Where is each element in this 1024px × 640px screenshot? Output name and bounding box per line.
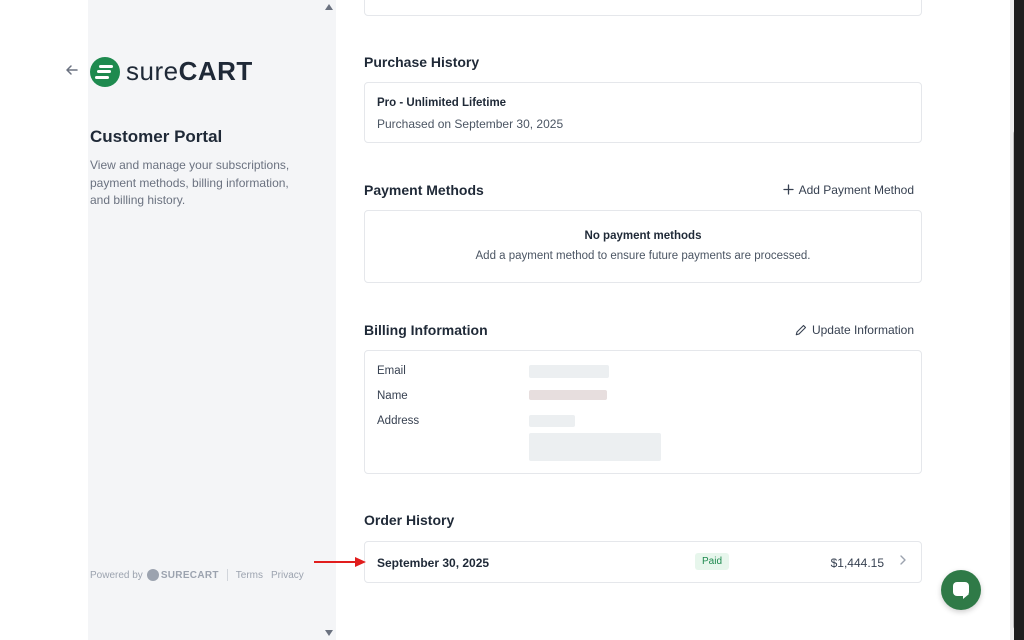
chat-bubble-tail [963,594,969,599]
payment-methods-title: Payment Methods [364,182,484,198]
redacted-name [529,390,607,400]
address-label: Address [377,415,420,427]
empty-state-subtitle: Add a payment method to ensure future pa… [475,250,811,262]
add-payment-method-button[interactable]: Add Payment Method [782,183,914,197]
sidebar [88,0,336,640]
chevron-right-icon [899,553,907,569]
chat-launcher-button[interactable] [941,570,981,610]
page-description: View and manage your subscriptions, paym… [90,158,290,207]
redacted-address-line1 [529,415,575,427]
previous-section-card [364,0,922,16]
terms-link[interactable]: Terms [236,570,263,581]
plus-icon [782,184,794,196]
surecart-mini-icon [146,569,159,581]
footer-divider [226,569,228,581]
purchase-history-title: Purchase History [364,54,480,70]
sidebar-footer: Powered by SURECART Terms Privacy [90,569,312,581]
surecart-logo: sureCART [90,56,253,87]
window-edge [1014,0,1024,640]
sidebar-scrollbar[interactable] [322,0,336,640]
redacted-address-line2 [529,433,661,461]
logo-wordmark: sureCART [126,56,253,86]
red-arrow-annotation [314,557,366,567]
status-badge: Paid [695,553,730,570]
redacted-email [529,365,609,378]
surecart-logo-icon [90,56,120,87]
empty-state-title: No payment methods [584,230,702,242]
billing-information-card: Email Name Address [364,350,922,474]
purchase-item-title: Pro - Unlimited Lifetime [377,97,507,109]
email-label: Email [377,365,406,377]
billing-information-title: Billing Information [364,322,488,338]
order-history-title: Order History [364,512,455,528]
powered-by-brand: SURECART [160,569,219,581]
page-title: Customer Portal [90,127,223,146]
order-date: September 30, 2025 [377,556,490,570]
order-row[interactable]: September 30, 2025 Paid $1,444.15 [364,541,922,583]
purchase-item-date: Purchased on September 30, 2025 [377,117,564,131]
arrow-left-icon[interactable] [64,62,82,80]
page-margin [0,0,88,640]
update-information-button[interactable]: Update Information [795,323,914,337]
privacy-link[interactable]: Privacy [271,570,304,581]
scroll-down-icon[interactable] [325,630,333,636]
powered-by-label: Powered by [90,569,143,581]
order-amount: $1,444.15 [830,556,884,570]
add-payment-method-label: Add Payment Method [798,183,914,197]
scroll-up-icon[interactable] [325,4,333,10]
purchase-item[interactable]: Pro - Unlimited Lifetime Purchased on Se… [364,82,922,143]
pencil-icon [795,324,807,337]
name-label: Name [377,390,408,402]
payment-methods-card: No payment methods Add a payment method … [364,210,922,283]
update-information-label: Update Information [811,323,914,337]
